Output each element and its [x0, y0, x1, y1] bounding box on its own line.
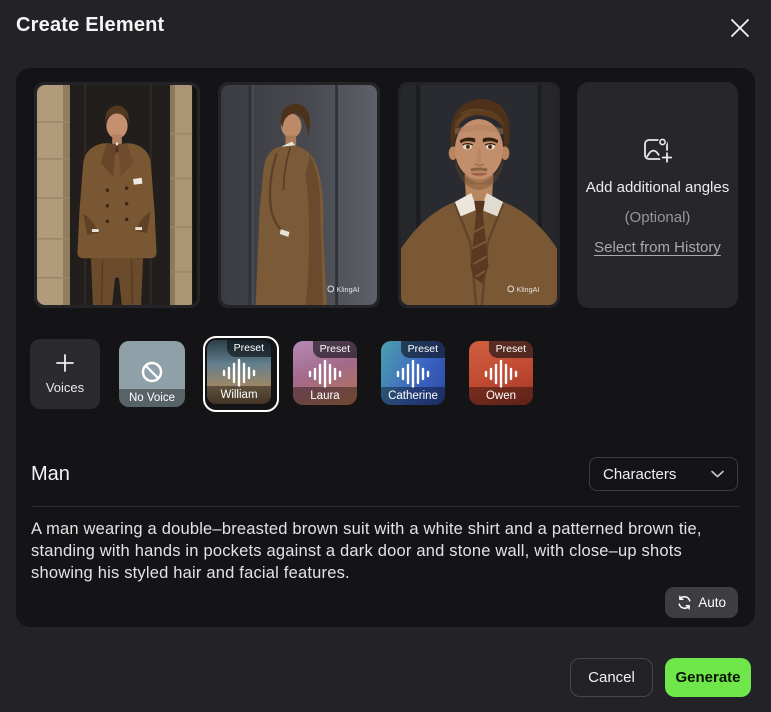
- voice-tile-label: Catherine: [381, 387, 445, 405]
- voice-tile-label: No Voice: [119, 389, 185, 407]
- chevron-down-icon: [711, 470, 724, 478]
- add-image-icon: [641, 134, 675, 166]
- auto-refresh-icon: [677, 595, 692, 610]
- waveform-icon: [222, 357, 256, 389]
- add-angles-optional: (Optional): [625, 209, 691, 226]
- auto-label: Auto: [698, 595, 726, 610]
- element-panel: KlingAI: [16, 68, 755, 627]
- voice-tile-laura[interactable]: Preset Laura: [293, 341, 357, 405]
- generate-button[interactable]: Generate: [665, 658, 751, 697]
- voice-tile-label: Laura: [293, 387, 357, 405]
- category-value: Characters: [603, 466, 676, 483]
- add-angles-title: Add additional angles: [586, 179, 729, 196]
- voice-tile-catherine[interactable]: Preset Catherine: [381, 341, 445, 405]
- photo-profile-image: KlingAI: [221, 85, 377, 305]
- select-from-history-link[interactable]: Select from History: [594, 239, 721, 256]
- voice-tile-label: William: [207, 386, 271, 404]
- watermark-text: KlingAI: [337, 285, 360, 294]
- voice-tile-william-selected[interactable]: Preset William: [203, 336, 279, 412]
- add-angles-card[interactable]: Add additional angles (Optional) Select …: [577, 82, 738, 308]
- waveform-icon: [396, 358, 430, 390]
- divider: [31, 506, 740, 507]
- watermark-text: KlingAI: [517, 285, 540, 294]
- preset-badge: Preset: [227, 340, 271, 357]
- reference-photo-closeup[interactable]: KlingAI: [398, 82, 560, 308]
- plus-icon: [55, 353, 75, 373]
- element-name: Man: [31, 463, 70, 486]
- voices-label: Voices: [46, 380, 84, 395]
- no-voice-icon: [138, 360, 166, 388]
- cancel-button[interactable]: Cancel: [570, 658, 653, 697]
- reference-photo-full-body[interactable]: [34, 82, 200, 308]
- element-description: A man wearing a double–breasted brown su…: [31, 518, 739, 584]
- voice-tile-no-voice[interactable]: No Voice: [119, 341, 185, 407]
- preset-badge: Preset: [401, 341, 445, 358]
- waveform-icon: [484, 358, 518, 390]
- element-name-row: Man Characters: [31, 452, 738, 496]
- waveform-icon: [308, 358, 342, 390]
- photo-closeup-image: KlingAI: [401, 85, 557, 305]
- preset-badge: Preset: [313, 341, 357, 358]
- x-icon: [729, 17, 751, 39]
- reference-photo-profile[interactable]: KlingAI: [218, 82, 380, 308]
- create-element-dialog: Create Element: [0, 0, 771, 712]
- category-dropdown[interactable]: Characters: [589, 457, 738, 491]
- close-button[interactable]: [727, 15, 753, 41]
- voice-tile-label: Owen: [469, 387, 533, 405]
- dialog-title: Create Element: [16, 14, 164, 37]
- voice-tile-owen[interactable]: Preset Owen: [469, 341, 533, 405]
- preset-badge: Preset: [489, 341, 533, 358]
- photo-full-body-image: [37, 85, 197, 305]
- add-voice-tile[interactable]: Voices: [30, 339, 100, 409]
- auto-button[interactable]: Auto: [665, 587, 738, 618]
